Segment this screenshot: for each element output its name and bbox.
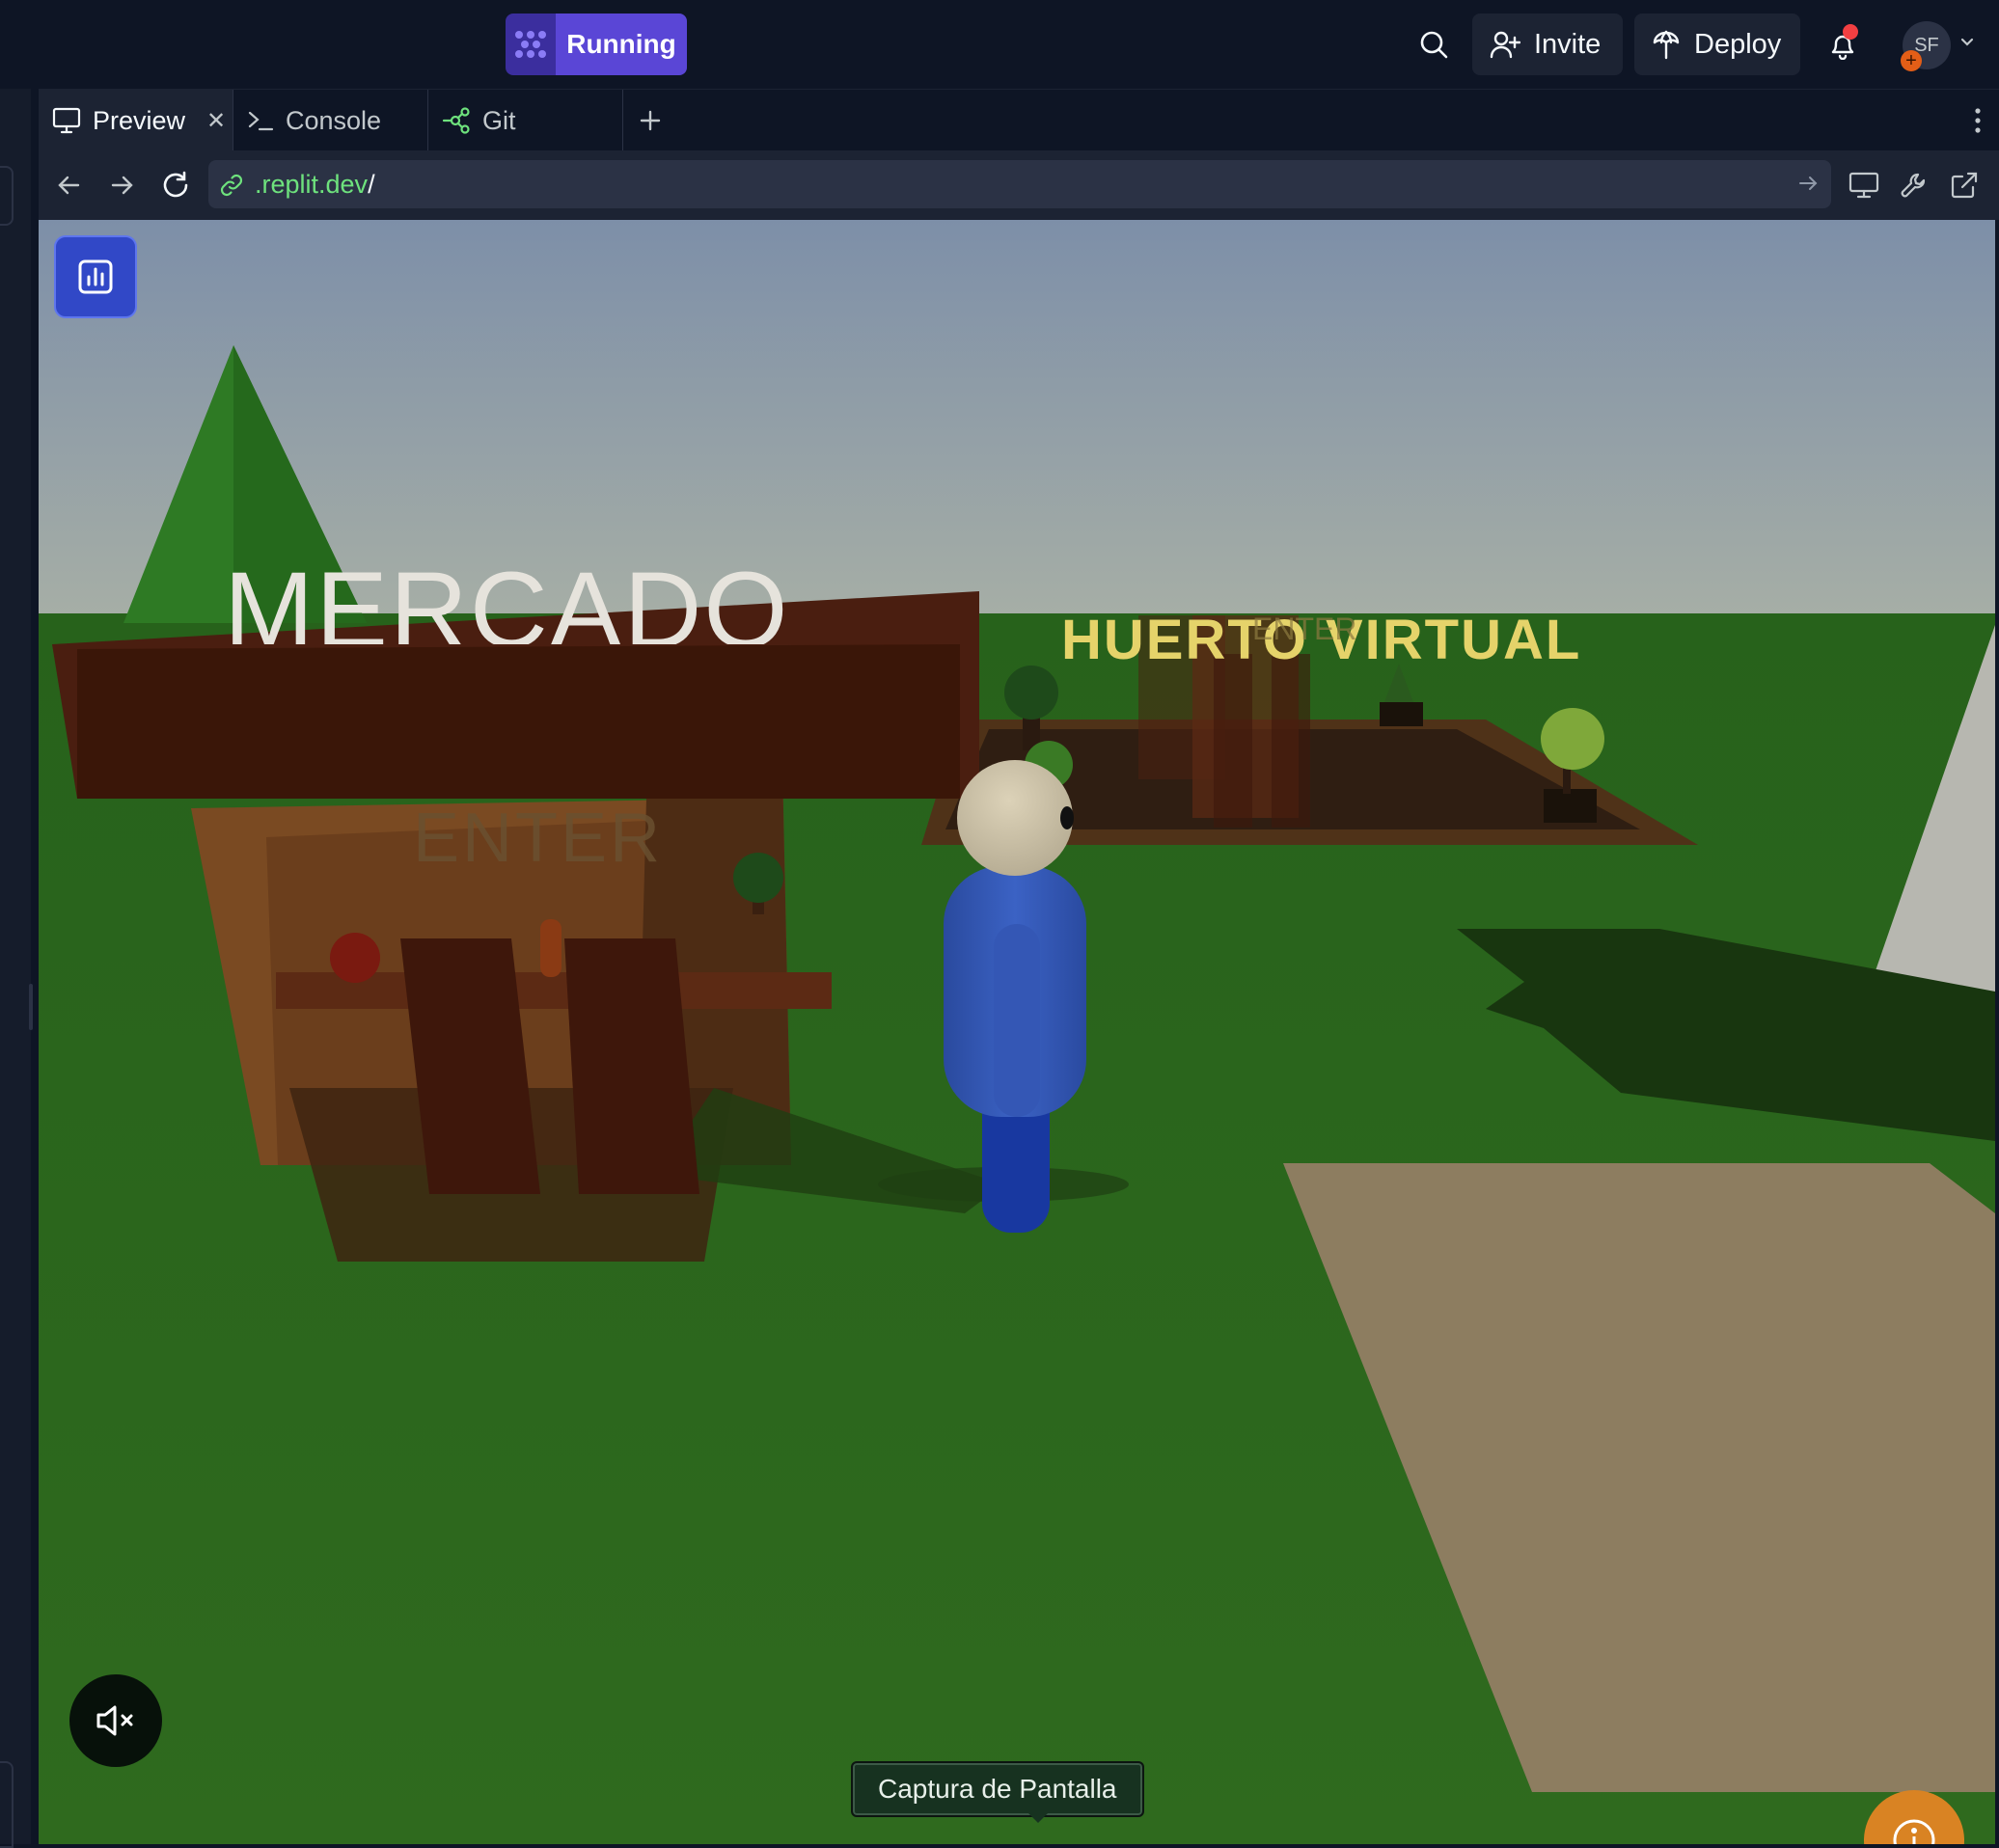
deploy-label: Deploy [1694, 28, 1782, 60]
browser-toolbar: .replit.dev / [39, 150, 1999, 220]
avatar-badge: + [1901, 50, 1922, 71]
tab-git[interactable]: Git [428, 90, 623, 151]
git-icon [442, 107, 470, 134]
preview-viewport[interactable]: MERCADO ENTER HUERTO VIRTUAL ENTER Captu… [39, 220, 1995, 1844]
volume-mute-icon [96, 1705, 133, 1736]
url-path: / [368, 169, 375, 199]
search-button[interactable] [1410, 21, 1457, 68]
garden-enter-label: ENTER [1252, 611, 1357, 646]
tab-console-label: Console [286, 105, 382, 135]
help-button[interactable] [1864, 1790, 1964, 1844]
deploy-icon [1653, 30, 1680, 60]
left-panel-edge [0, 89, 31, 1844]
info-icon [1893, 1819, 1935, 1844]
left-panel-tab[interactable] [0, 166, 14, 226]
run-button[interactable]: Running [506, 14, 687, 75]
resize-handle[interactable] [29, 984, 33, 1030]
external-link-icon [1951, 172, 1978, 199]
tab-preview[interactable]: Preview ✕ [39, 90, 233, 151]
mute-button[interactable] [69, 1674, 162, 1767]
reload-button[interactable] [152, 162, 199, 208]
run-icon [506, 14, 556, 75]
deploy-button[interactable]: Deploy [1634, 14, 1800, 75]
add-tab-button[interactable] [623, 90, 677, 151]
invite-label: Invite [1534, 28, 1602, 60]
top-bar: Running Invite Deploy SF + [0, 0, 1999, 89]
back-button[interactable] [46, 162, 93, 208]
tab-git-label: Git [482, 105, 516, 135]
tab-console[interactable]: Console [233, 90, 428, 151]
chevron-down-icon[interactable] [1958, 33, 1976, 50]
run-button-label: Running [556, 14, 687, 75]
url-host: .replit.dev [255, 169, 369, 199]
devtools-button[interactable] [1891, 162, 1937, 208]
screenshot-tooltip: Captura de Pantalla [851, 1761, 1144, 1817]
monitor-icon [52, 107, 81, 134]
invite-button[interactable]: Invite [1472, 14, 1623, 75]
stats-button[interactable] [54, 235, 137, 318]
tooltip-arrow [1027, 1811, 1050, 1823]
refresh-icon [163, 171, 188, 198]
left-panel-tab-bottom[interactable] [0, 1761, 14, 1848]
search-icon [1420, 31, 1448, 59]
market-sign: MERCADO [224, 550, 790, 644]
wrench-icon [1901, 173, 1926, 198]
link-icon [220, 174, 243, 197]
market-enter-label: ENTER [413, 800, 664, 877]
more-options-button[interactable] [1958, 90, 1997, 151]
terminal-icon [248, 111, 274, 131]
forward-button[interactable] [98, 162, 145, 208]
monitor-icon [1848, 172, 1879, 199]
close-icon[interactable]: ✕ [206, 107, 226, 135]
game-scene[interactable] [39, 220, 1995, 1844]
device-preview-button[interactable] [1841, 162, 1887, 208]
add-user-icon [1490, 31, 1520, 59]
stats-chart-icon [78, 259, 113, 294]
tab-bar: Preview ✕ Console Git [39, 89, 1999, 151]
go-arrow-icon[interactable] [1796, 172, 1820, 195]
url-input[interactable]: .replit.dev / [208, 160, 1831, 208]
notification-dot [1843, 24, 1858, 40]
tab-preview-label: Preview [93, 105, 186, 135]
open-new-tab-button[interactable] [1941, 162, 1987, 208]
arrow-left-icon [58, 176, 80, 195]
plus-icon [640, 110, 661, 131]
more-vertical-icon [1975, 108, 1981, 133]
arrow-right-icon [111, 176, 133, 195]
